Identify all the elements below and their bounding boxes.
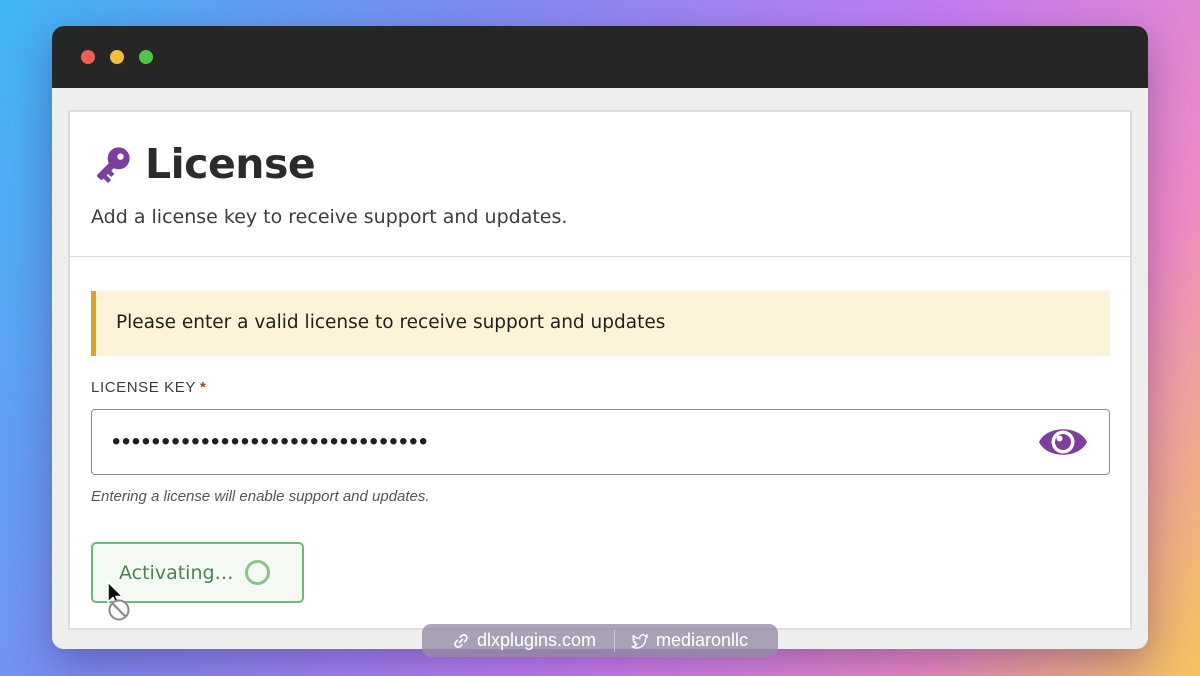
minimize-window-button[interactable] bbox=[110, 50, 124, 64]
close-window-button[interactable] bbox=[81, 50, 95, 64]
page-subtitle: Add a license key to receive support and… bbox=[91, 206, 568, 228]
license-key-input[interactable]: •••••••••••••••••••••••••••••••• bbox=[91, 409, 1110, 475]
license-key-value: •••••••••••••••••••••••••••••••• bbox=[112, 428, 429, 455]
spinner-icon bbox=[244, 560, 270, 585]
warning-notice: Please enter a valid license to receive … bbox=[91, 291, 1110, 356]
watermark-twitter-text: mediaronllc bbox=[656, 630, 749, 650]
watermark-website-text: dlxplugins.com bbox=[476, 630, 596, 650]
watermark-website: dlxplugins.com bbox=[452, 630, 596, 651]
notice-text: Please enter a valid license to receive … bbox=[116, 312, 666, 333]
title-row: License bbox=[91, 140, 316, 188]
license-help-text: Entering a license will enable support a… bbox=[91, 488, 430, 505]
page-title: License bbox=[145, 140, 316, 188]
watermark-divider bbox=[614, 629, 615, 652]
watermark-twitter: mediaronllc bbox=[631, 630, 748, 651]
watermark-bar: dlxplugins.com mediaronllc bbox=[422, 624, 778, 657]
window-titlebar bbox=[52, 26, 1148, 88]
twitter-icon bbox=[631, 633, 649, 649]
page-content: License Add a license key to receive sup… bbox=[52, 88, 1148, 649]
key-icon bbox=[97, 147, 130, 183]
maximize-window-button[interactable] bbox=[139, 50, 153, 64]
activate-license-button[interactable]: Activating… bbox=[91, 542, 304, 603]
required-asterisk: * bbox=[199, 379, 207, 396]
license-header: License Add a license key to receive sup… bbox=[70, 112, 1130, 257]
eye-icon bbox=[1039, 429, 1087, 455]
link-icon bbox=[454, 633, 468, 648]
show-license-toggle[interactable] bbox=[1036, 418, 1090, 466]
activate-button-label: Activating… bbox=[119, 561, 234, 584]
license-key-label-text: LICENSE KEY bbox=[91, 379, 196, 396]
license-key-label: LICENSE KEY * bbox=[91, 379, 206, 396]
browser-window: License Add a license key to receive sup… bbox=[52, 26, 1148, 649]
license-panel: License Add a license key to receive sup… bbox=[68, 110, 1132, 630]
